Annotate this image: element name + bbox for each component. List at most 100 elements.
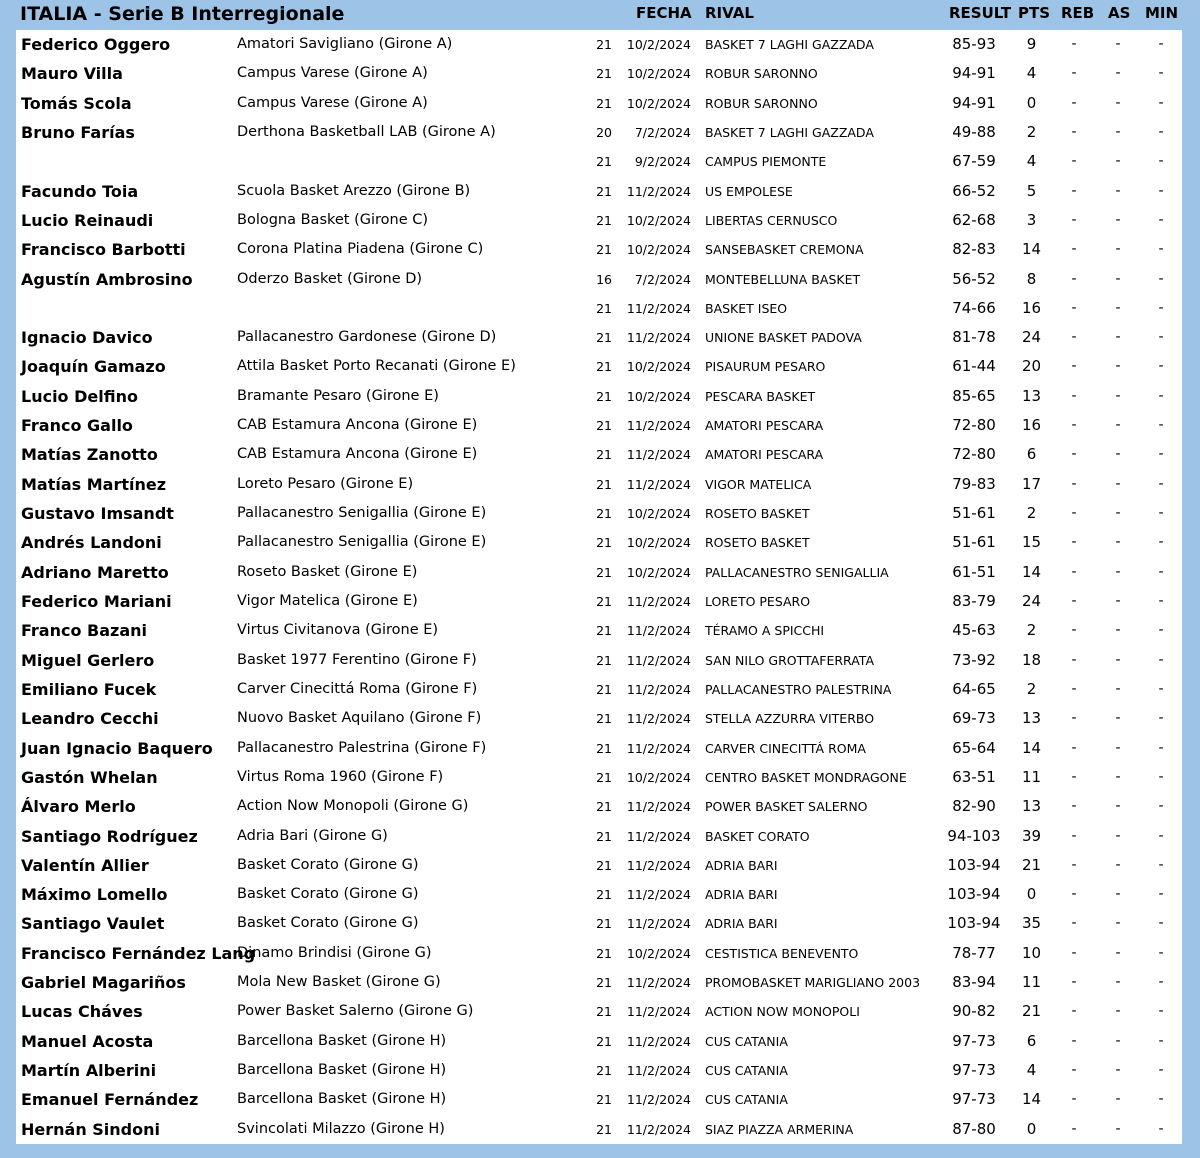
round-number: 21 [596,828,612,844]
rival-name: LIBERTAS CERNUSCO [705,212,838,228]
match-result: 78-77 [952,943,996,962]
match-result: 94-103 [947,826,1001,845]
team-name: Oderzo Basket (Girone D) [237,270,423,287]
rebounds-value: - [1071,886,1077,903]
rival-name: ADRIA BARI [705,887,778,903]
rebounds-value: - [1071,446,1077,463]
points-value: 35 [1021,914,1042,933]
assists-value: - [1115,768,1121,785]
player-name: Bruno Farías [21,122,135,142]
points-value: 15 [1021,533,1042,552]
match-date: 7/2/2024 [634,124,691,140]
match-result: 81-78 [952,328,996,347]
table-row: Lucas Cháves Power Basket Salerno (Girone… [16,997,1182,1026]
team-name: Power Basket Salerno (Girone G) [237,1003,474,1020]
points-value: 0 [1026,885,1037,904]
minutes-value: - [1158,123,1164,140]
header-result: RESULT [949,4,1012,22]
match-result: 83-79 [952,592,996,610]
assists-value: - [1115,417,1121,434]
rival-name: ROSETO BASKET [705,506,810,522]
round-number: 21 [596,154,612,170]
player-name: Lucio Reinaudi [21,210,154,230]
rebounds-value: - [1071,36,1077,52]
rival-name: BASKET 7 LAGHI GAZZADA [705,124,874,140]
assists-value: - [1115,915,1121,932]
assists-value: - [1115,739,1121,756]
match-date: 11/2/2024 [626,594,691,609]
rebounds-value: - [1071,1120,1077,1137]
points-value: 3 [1026,210,1037,229]
team-name: Campus Varese (Girone A) [237,94,428,111]
header-pts: PTS [1018,4,1051,22]
rival-name: ACTION NOW MONOPOLI [705,1004,860,1020]
match-result: 94-91 [952,93,996,112]
points-value: 17 [1021,474,1042,493]
minutes-value: - [1158,1091,1164,1108]
player-name: Lucas Cháves [21,1002,143,1022]
points-value: 0 [1026,1119,1037,1138]
match-date: 10/2/2024 [626,388,691,404]
player-name: Matías Martínez [21,474,167,494]
minutes-value: - [1158,974,1164,991]
match-date: 11/2/2024 [626,1121,691,1137]
table-row: Agustín Ambrosino Oderzo Basket (Girone D… [16,265,1182,294]
table-row: Leandro Cecchi Nuovo Basket Aquilano (Gir… [16,704,1182,733]
match-result: 66-52 [952,181,996,200]
match-result: 51-61 [952,533,996,552]
match-result: 67-59 [952,152,996,171]
table-row: Federico Oggero Amatori Savigliano (Giron… [16,30,1182,59]
team-name: Action Now Monopoli (Girone G) [237,798,469,815]
table-row: Franco Gallo CAB Estamura Ancona (Girone … [16,411,1182,440]
rebounds-value: - [1071,299,1077,316]
points-value: 16 [1021,298,1042,317]
player-name: Valentín Allier [21,855,149,875]
team-name: Virtus Roma 1960 (Girone F) [237,768,444,785]
match-result: 82-90 [952,797,996,816]
table-row: Valentín Allier Basket Corato (Girone G) 2… [16,851,1182,880]
team-name: Basket 1977 Ferentino (Girone F) [237,651,477,668]
player-name: Miguel Gerlero [21,650,155,670]
round-number: 21 [596,769,612,785]
table-row: Adriano Maretto Roseto Basket (Girone E) 2… [16,558,1182,587]
points-value: 11 [1021,767,1042,786]
assists-value: - [1115,94,1121,111]
match-date: 9/2/2024 [634,154,691,170]
minutes-value: - [1158,739,1164,756]
player-name: Ignacio Davico [21,328,153,348]
points-value: 10 [1021,943,1042,962]
rebounds-value: - [1071,534,1077,551]
minutes-value: - [1158,622,1164,639]
rival-name: STELLA AZZURRA VITERBO [705,711,875,727]
round-number: 21 [596,506,612,522]
table-row: Matías Martínez Loreto Pesaro (Girone E) 2… [16,470,1182,499]
rebounds-value: - [1071,622,1077,639]
player-name: Joaquín Gamazo [21,357,166,377]
player-name: Martín Alberini [21,1061,157,1081]
team-name: Dinamo Brindisi (Girone G) [237,944,432,961]
player-name: Andrés Landoni [21,533,162,553]
match-date: 11/2/2024 [626,1033,691,1049]
team-name: Adria Bari (Girone G) [237,827,388,844]
table-header: ITALIA - Serie B Interregionale FECHA RI… [0,0,1200,30]
assists-value: - [1115,153,1121,170]
rebounds-value: - [1071,768,1077,785]
team-name: Barcellona Basket (Girone H) [237,1091,447,1108]
table-row: Manuel Acosta Barcellona Basket (Girone H… [16,1027,1182,1056]
assists-value: - [1115,270,1121,287]
assists-value: - [1115,856,1121,873]
rival-name: AMATORI PESCARA [705,418,824,434]
points-value: 2 [1026,679,1037,698]
match-date: 10/2/2024 [626,242,691,258]
points-value: 11 [1021,973,1042,992]
table-row: Gustavo Imsandt Pallacanestro Senigallia … [16,499,1182,528]
round-number: 20 [596,124,612,140]
round-number: 21 [596,711,612,727]
player-name: Gabriel Magariños [21,973,186,993]
assists-value: - [1115,827,1121,844]
minutes-value: - [1158,593,1164,609]
match-date: 10/2/2024 [626,212,691,228]
minutes-value: - [1158,329,1164,346]
round-number: 21 [596,1063,612,1079]
round-number: 21 [596,594,612,609]
